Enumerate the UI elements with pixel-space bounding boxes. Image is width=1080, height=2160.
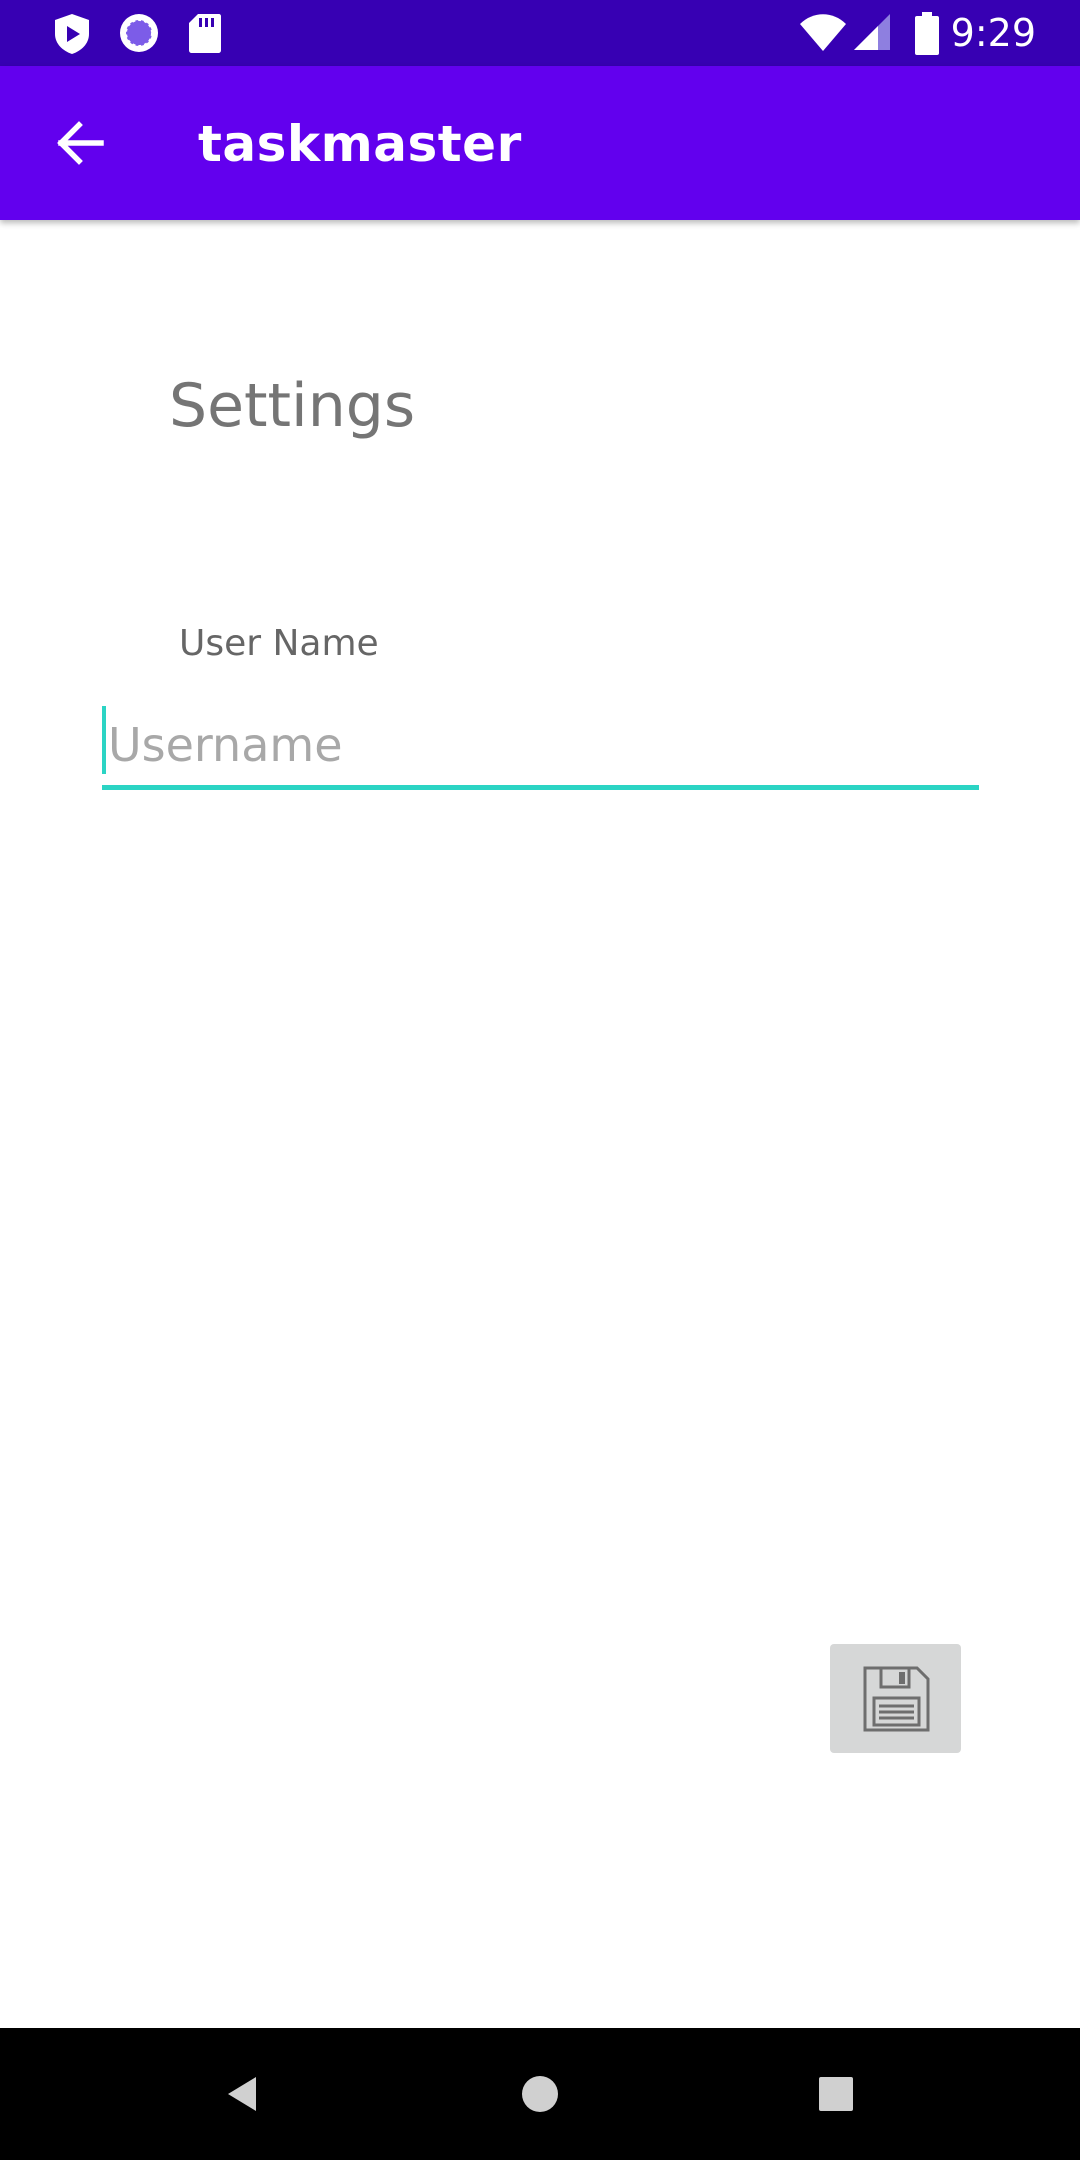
app-title: taskmaster	[198, 115, 522, 173]
username-input[interactable]	[102, 704, 979, 790]
page-title: Settings	[169, 371, 416, 441]
cellular-signal-icon	[854, 14, 890, 50]
navigation-bar	[0, 2028, 1080, 2160]
sync-circle-icon	[120, 14, 158, 52]
wifi-icon	[800, 14, 846, 51]
home-circle-icon	[522, 2076, 558, 2112]
sd-card-icon	[189, 14, 221, 53]
user-name-label: User Name	[179, 623, 379, 664]
battery-icon	[915, 12, 939, 55]
arrow-back-icon	[57, 121, 104, 165]
nav-home-button[interactable]	[500, 2054, 580, 2134]
back-button[interactable]	[42, 105, 118, 181]
shield-play-icon	[55, 14, 89, 54]
nav-back-button[interactable]	[202, 2054, 282, 2134]
floppy-disk-icon	[863, 1666, 929, 1731]
recents-square-icon	[819, 2077, 853, 2111]
save-button[interactable]	[830, 1644, 961, 1753]
app-bar: taskmaster	[0, 66, 1080, 220]
status-time: 9:29	[950, 11, 1036, 55]
text-cursor	[102, 706, 106, 774]
nav-recents-button[interactable]	[796, 2054, 876, 2134]
settings-content: Settings User Name	[0, 220, 1080, 2028]
back-triangle-icon	[228, 2077, 256, 2111]
status-bar: 9:29	[0, 0, 1080, 66]
